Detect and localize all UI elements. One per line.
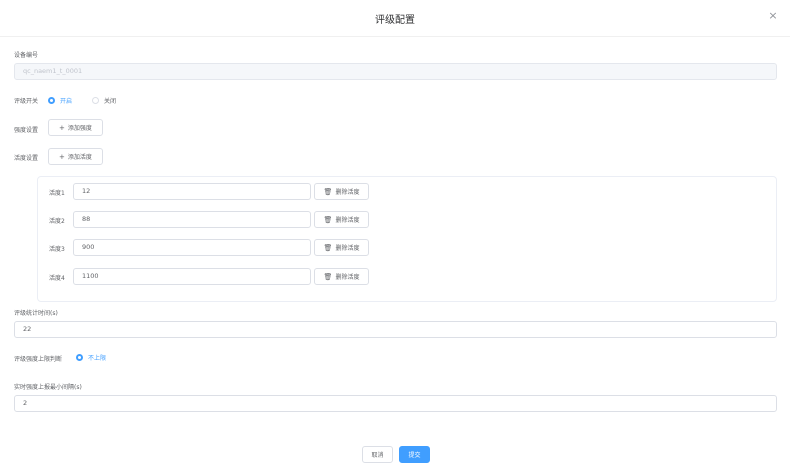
radio-dot bbox=[76, 353, 83, 361]
plus-icon: + bbox=[59, 152, 65, 161]
dialog-title: 评级配置 bbox=[375, 15, 415, 26]
cancel-button[interactable]: 取消 bbox=[362, 446, 393, 463]
trash-icon: 🗑 bbox=[323, 272, 333, 281]
stat-time-input[interactable]: 22 bbox=[14, 321, 777, 338]
activity-value-input[interactable]: 900 bbox=[73, 239, 311, 256]
activity-label: 活度设置 bbox=[14, 155, 39, 162]
activity-item-label: 活度3 bbox=[49, 246, 65, 253]
submit-button[interactable]: 提交 bbox=[399, 446, 430, 463]
add-activity-button[interactable]: + 添加活度 bbox=[48, 148, 103, 165]
trash-icon: 🗑 bbox=[323, 243, 333, 252]
activity-value-input[interactable]: 88 bbox=[73, 211, 311, 228]
radio-dot bbox=[48, 96, 55, 104]
activity-value-input[interactable]: 12 bbox=[73, 183, 311, 200]
device-input[interactable]: qc_naem1_t_0001 bbox=[14, 63, 777, 80]
header-divider bbox=[0, 36, 790, 37]
radio-no-limit[interactable]: 不上限 bbox=[76, 352, 106, 362]
activity-item-label: 活度4 bbox=[49, 275, 65, 282]
radio-disable[interactable]: 关闭 bbox=[92, 95, 116, 105]
rating-switch-label: 评级开关 bbox=[14, 98, 39, 105]
dialog-header: 评级配置 × bbox=[0, 0, 790, 36]
trash-icon: 🗑 bbox=[323, 187, 333, 196]
delete-activity-button[interactable]: 🗑 删除活度 bbox=[314, 211, 369, 228]
delete-activity-label: 删除活度 bbox=[335, 217, 360, 224]
activity-item-label: 活度2 bbox=[49, 218, 65, 225]
radio-disable-label: 关闭 bbox=[104, 97, 117, 105]
radio-enable[interactable]: 开启 bbox=[48, 95, 72, 105]
add-activity-label: 添加活度 bbox=[67, 154, 92, 161]
delete-activity-label: 删除活度 bbox=[335, 189, 360, 196]
delete-activity-label: 删除活度 bbox=[335, 245, 360, 252]
delete-activity-button[interactable]: 🗑 删除活度 bbox=[314, 268, 369, 285]
min-interval-input[interactable]: 2 bbox=[14, 395, 777, 412]
add-strength-label: 添加强度 bbox=[67, 125, 92, 132]
min-interval-label: 实时强度上报最小间隔(s) bbox=[14, 384, 82, 391]
delete-activity-button[interactable]: 🗑 删除活度 bbox=[314, 183, 369, 200]
activity-item-label: 活度1 bbox=[49, 190, 65, 197]
device-label: 设备编号 bbox=[14, 52, 39, 59]
radio-enable-label: 开启 bbox=[60, 97, 73, 105]
radio-dot bbox=[92, 96, 99, 104]
radio-no-limit-label: 不上限 bbox=[88, 354, 107, 362]
delete-activity-button[interactable]: 🗑 删除活度 bbox=[314, 239, 369, 256]
delete-activity-label: 删除活度 bbox=[335, 274, 360, 281]
trash-icon: 🗑 bbox=[323, 215, 333, 224]
strength-label: 强度设置 bbox=[14, 127, 39, 134]
close-icon[interactable]: × bbox=[766, 9, 780, 23]
stat-time-label: 评级统计时间(s) bbox=[14, 310, 58, 317]
rating-config-dialog: 评级配置 × 设备编号 qc_naem1_t_0001 评级开关 开启 关闭 强… bbox=[0, 0, 790, 474]
activity-value-input[interactable]: 1100 bbox=[73, 268, 311, 285]
plus-icon: + bbox=[59, 123, 65, 132]
add-strength-button[interactable]: + 添加强度 bbox=[48, 119, 103, 136]
upper-limit-label: 评级强度上限判断 bbox=[14, 356, 63, 363]
